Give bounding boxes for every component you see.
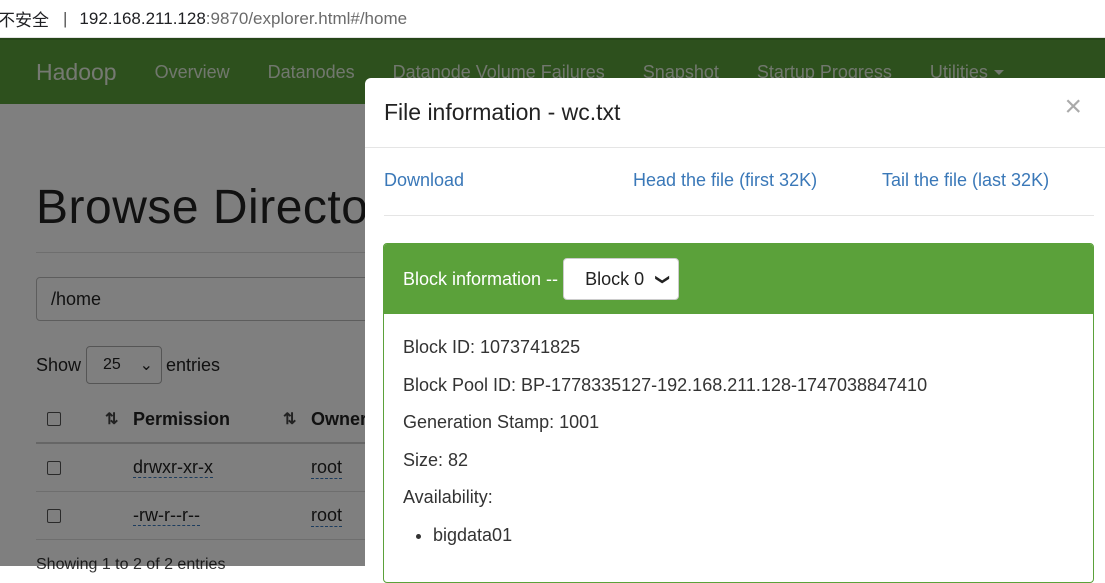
download-link[interactable]: Download [384,170,464,191]
block-info-label: Block information -- [403,268,559,289]
availability-label: Availability: [403,487,493,507]
block-info-body: Block ID: 1073741825 Block Pool ID: BP-1… [384,314,1093,568]
tail-file-link[interactable]: Tail the file (last 32K) [882,170,1049,191]
block-info-panel: Block information -- Block 0 ❯ Block ID:… [383,243,1094,583]
block-info-heading: Block information -- Block 0 ❯ [384,244,1093,314]
modal-header: File information - wc.txt [365,78,1105,148]
block-select-value: Block 0 [585,268,645,289]
security-indicator[interactable]: 不安全 [0,6,49,31]
list-item: bigdata01 [433,522,1074,548]
modal-title: File information - wc.txt [384,99,621,125]
head-file-link[interactable]: Head the file (first 32K) [633,170,817,191]
address-separator: | [63,8,68,28]
block-id: Block ID: 1073741825 [403,337,581,357]
browser-address-bar[interactable]: 不安全 | 192.168.211.128:9870/explorer.html… [0,0,1105,38]
generation-stamp: Generation Stamp: 1001 [403,412,600,432]
block-size: Size: 82 [403,449,469,470]
chevron-down-icon: ❯ [655,273,672,285]
file-action-links: Download Head the file (first 32K) Tail … [384,168,1094,216]
availability-list: bigdata01 [433,522,1074,548]
close-icon[interactable]: × [1064,92,1082,122]
block-select[interactable]: Block 0 ❯ [563,258,680,300]
block-pool-id: Block Pool ID: BP-1778335127-192.168.211… [403,374,928,395]
url-path: :9870/explorer.html#/home [205,8,408,28]
url-host: 192.168.211.128 [79,8,206,28]
file-info-modal: File information - wc.txt × Download Hea… [365,78,1105,583]
